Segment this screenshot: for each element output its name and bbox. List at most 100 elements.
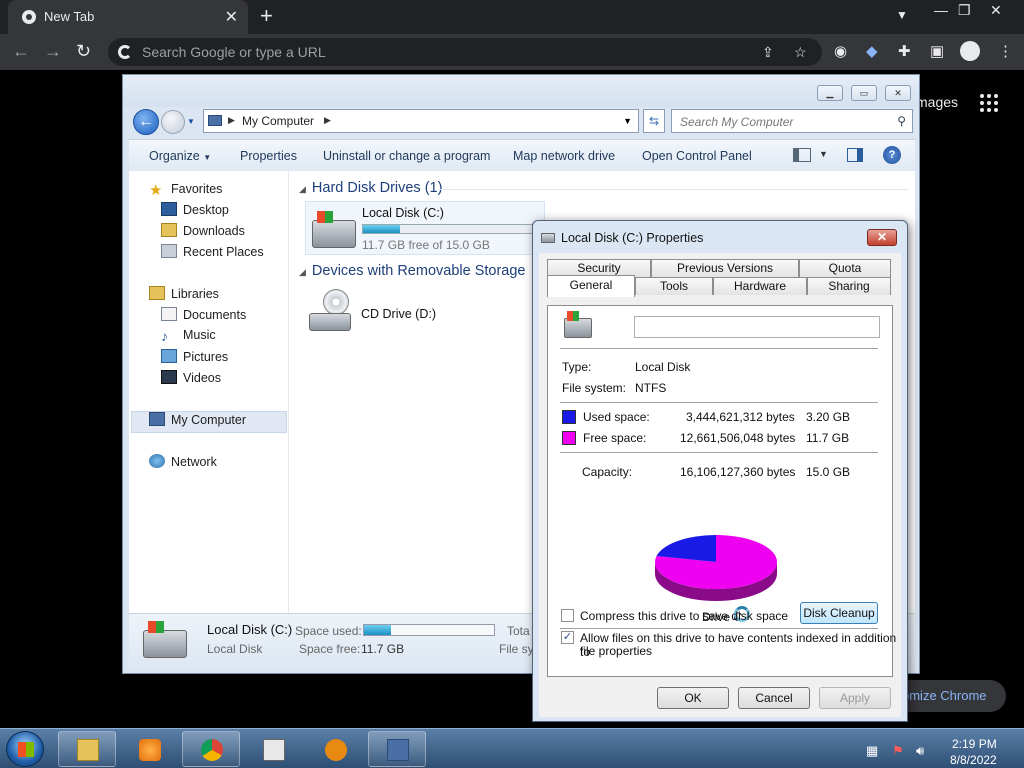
tab-close-icon[interactable]: ✕	[225, 7, 238, 27]
nav-my-computer[interactable]: My Computer	[149, 412, 246, 432]
extension-blue-icon[interactable]: ◆	[866, 42, 878, 60]
forward-arrow-icon[interactable]: →	[44, 41, 62, 62]
minimize-icon[interactable]: —	[934, 2, 948, 18]
volume-icon[interactable]: 🔊︎	[916, 743, 924, 759]
cd-drive-name[interactable]: CD Drive (D:)	[361, 307, 436, 321]
group-header-hard-disks[interactable]: ◢ Hard Disk Drives (1)	[299, 180, 442, 196]
computer-icon	[208, 115, 222, 126]
disk-cleanup-button[interactable]: Disk Cleanup	[800, 602, 878, 624]
taskbar-menu-app-button[interactable]	[244, 731, 302, 767]
nav-favorites[interactable]: ★ Favorites	[149, 181, 222, 201]
details-drive-name: Local Disk (C:)	[207, 622, 293, 637]
nav-recent-places[interactable]: Recent Places	[161, 244, 264, 264]
explorer-forward-icon[interactable]	[161, 110, 185, 134]
taskbar: ▦ ⚑ 🔊︎ 2:19 PM 8/8/2022	[0, 728, 1024, 768]
tab-quota[interactable]: Quota	[799, 259, 891, 277]
clock-date[interactable]: 8/8/2022	[950, 753, 997, 767]
network-tray-icon[interactable]: ▦	[866, 743, 878, 759]
index-label-line2[interactable]: file properties	[580, 644, 652, 658]
taskbar-explorer-button[interactable]	[58, 731, 116, 767]
open-control-panel-button[interactable]: Open Control Panel	[642, 149, 752, 163]
tab-general[interactable]: General	[547, 275, 635, 297]
taskbar-half-life-button[interactable]	[306, 731, 364, 767]
details-usage-bar	[363, 624, 495, 636]
address-bar[interactable]: ▶ My Computer ▶ ▼	[203, 109, 639, 133]
nav-documents[interactable]: Documents	[161, 307, 246, 327]
google-icon	[118, 45, 132, 59]
tab-sharing[interactable]: Sharing	[807, 277, 891, 295]
share-icon[interactable]: ⇪	[762, 44, 774, 61]
compress-label[interactable]: Compress this drive to save disk space	[580, 609, 788, 623]
videos-icon	[161, 370, 177, 384]
tab-tools[interactable]: Tools	[635, 277, 713, 295]
action-center-flag-icon[interactable]: ⚑	[892, 743, 904, 759]
tab-previous-versions[interactable]: Previous Versions	[651, 259, 799, 277]
explorer-minimize-icon[interactable]: ▁	[817, 85, 843, 101]
search-input[interactable]: Search My Computer ⚲	[671, 109, 913, 133]
breadcrumb-chevron-icon[interactable]: ▶	[324, 115, 331, 126]
breadcrumb-chevron-icon[interactable]: ▶	[228, 115, 235, 126]
ok-button[interactable]: OK	[657, 687, 729, 709]
taskbar-computer-button[interactable]	[368, 731, 426, 767]
nav-videos[interactable]: Videos	[161, 370, 221, 390]
properties-titlebar[interactable]: Local Disk (C:) Properties ✕	[533, 221, 907, 253]
explorer-back-icon[interactable]: ←	[133, 109, 159, 135]
explorer-close-icon[interactable]: ✕	[885, 85, 911, 101]
organize-button[interactable]: Organize ▼	[149, 149, 211, 163]
new-tab-button[interactable]: +	[260, 5, 273, 27]
filesystem-value: NTFS	[635, 381, 667, 395]
nav-desktop[interactable]: Desktop	[161, 202, 229, 222]
drive-c-item[interactable]: Local Disk (C:) 11.7 GB free of 15.0 GB	[305, 201, 545, 255]
cd-drive-icon[interactable]	[309, 289, 351, 335]
nav-network[interactable]: Network	[149, 454, 217, 474]
back-arrow-icon[interactable]: ←	[12, 41, 30, 62]
drive-title-icon	[541, 233, 555, 243]
volume-label-input[interactable]	[634, 316, 880, 338]
chrome-menu-icon[interactable]: ⋮	[998, 42, 1013, 60]
search-icon[interactable]: ⚲	[897, 114, 906, 128]
side-panel-icon[interactable]: ▣	[930, 42, 944, 60]
tab-search-chevron-icon[interactable]: ▼	[896, 8, 908, 22]
omnibox[interactable]: Search Google or type a URL ⇪ ☆	[108, 38, 822, 66]
reload-icon[interactable]: ↻	[76, 41, 91, 62]
browser-tab[interactable]: New Tab ✕	[8, 0, 248, 34]
extension-spy-icon[interactable]: ◉	[834, 42, 847, 60]
explorer-maximize-icon[interactable]: ▭	[851, 85, 877, 101]
clock-time[interactable]: 2:19 PM	[952, 737, 997, 751]
start-button-icon[interactable]	[6, 731, 44, 767]
preview-pane-icon[interactable]	[847, 148, 863, 162]
tab-hardware[interactable]: Hardware	[713, 277, 807, 295]
properties-close-icon[interactable]: ✕	[867, 229, 897, 246]
uninstall-program-button[interactable]: Uninstall or change a program	[323, 149, 490, 163]
nav-downloads[interactable]: Downloads	[161, 223, 245, 243]
close-window-icon[interactable]: ✕	[990, 2, 1002, 19]
half-life-lambda-icon	[325, 739, 347, 761]
bookmark-star-icon[interactable]: ☆	[794, 44, 807, 61]
profile-avatar-icon[interactable]	[960, 41, 980, 61]
change-view-icon[interactable]	[793, 148, 811, 162]
nav-music[interactable]: ♪ Music	[161, 328, 216, 348]
index-checkbox[interactable]: ✓	[561, 631, 574, 644]
extensions-puzzle-icon[interactable]: ✚	[898, 42, 911, 60]
taskbar-chrome-button[interactable]	[182, 731, 240, 767]
apply-button[interactable]: Apply	[819, 687, 891, 709]
restore-icon[interactable]: ❐	[958, 2, 971, 19]
view-options-dropdown-icon[interactable]: ▼	[819, 149, 828, 159]
breadcrumb-my-computer[interactable]: My Computer	[242, 114, 314, 128]
properties-button[interactable]: Properties	[240, 149, 297, 163]
explorer-titlebar[interactable]: ▁ ▭ ✕	[123, 75, 919, 107]
group-header-removable[interactable]: ◢ Devices with Removable Storage	[299, 263, 526, 279]
google-apps-icon[interactable]	[980, 94, 998, 112]
images-link[interactable]: mages	[916, 94, 958, 110]
help-icon[interactable]: ?	[883, 146, 901, 164]
nav-pictures[interactable]: Pictures	[161, 349, 228, 369]
taskbar-media-player-button[interactable]	[120, 731, 178, 767]
refresh-icon[interactable]: ⇆	[643, 109, 665, 133]
cancel-button[interactable]: Cancel	[738, 687, 810, 709]
map-network-drive-button[interactable]: Map network drive	[513, 149, 615, 163]
compress-checkbox[interactable]	[561, 609, 574, 622]
history-dropdown-icon[interactable]: ▼	[187, 117, 195, 126]
separator	[560, 452, 878, 453]
address-dropdown-icon[interactable]: ▼	[623, 116, 632, 126]
nav-libraries[interactable]: Libraries	[149, 286, 219, 306]
